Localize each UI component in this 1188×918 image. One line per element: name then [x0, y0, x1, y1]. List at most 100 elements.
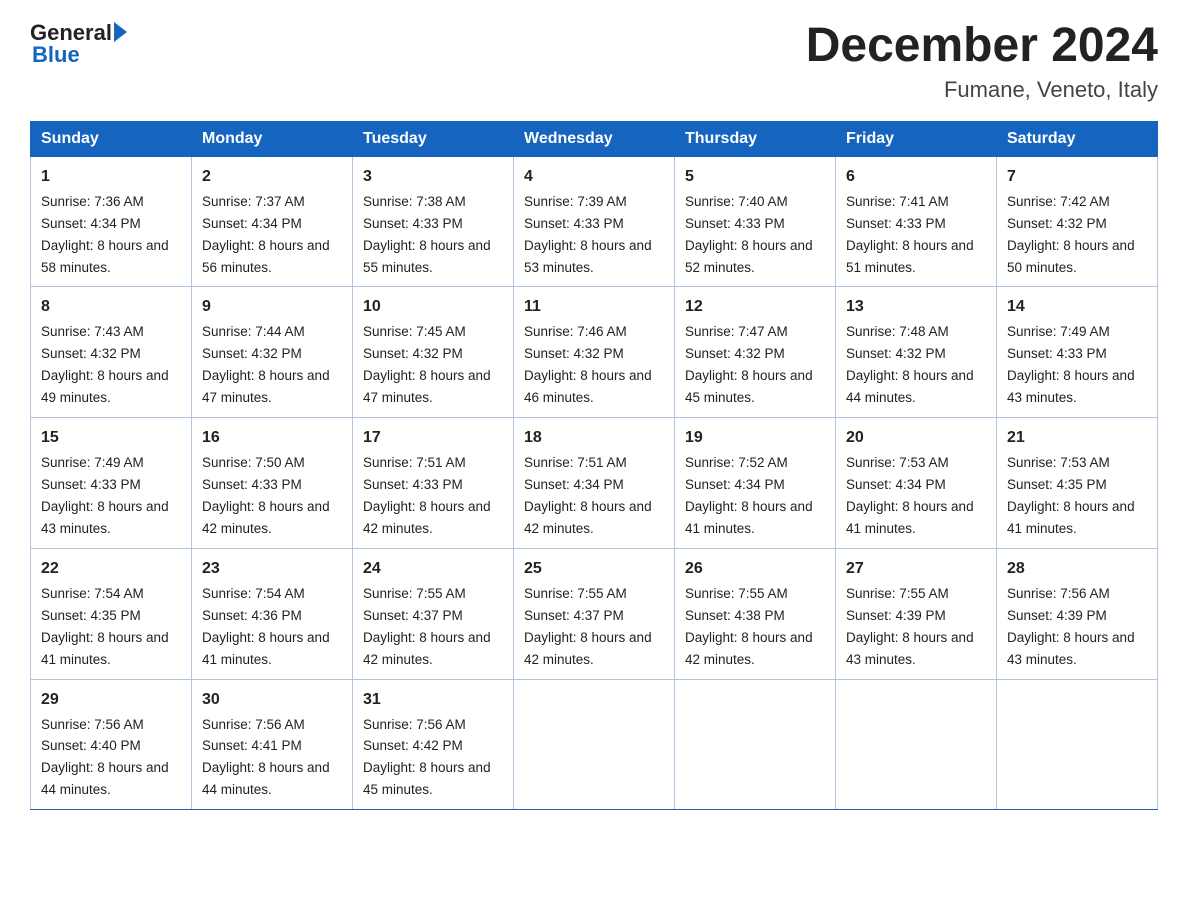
day-number: 20: [846, 426, 986, 450]
day-info: Sunrise: 7:39 AMSunset: 4:33 PMDaylight:…: [524, 194, 652, 275]
weekday-header-cell: Tuesday: [353, 121, 514, 156]
day-number: 25: [524, 557, 664, 581]
calendar-day-cell: 25Sunrise: 7:55 AMSunset: 4:37 PMDayligh…: [514, 548, 675, 679]
day-info: Sunrise: 7:48 AMSunset: 4:32 PMDaylight:…: [846, 324, 974, 405]
day-info: Sunrise: 7:41 AMSunset: 4:33 PMDaylight:…: [846, 194, 974, 275]
weekday-header-cell: Friday: [836, 121, 997, 156]
weekday-header-cell: Wednesday: [514, 121, 675, 156]
calendar-day-cell: 26 Sunrise: 7:55 AMSunset: 4:38 PMDayligh…: [675, 548, 836, 679]
calendar-day-cell: 31 Sunrise: 7:56 AMSunset: 4:42 PMDayligh…: [353, 679, 514, 810]
calendar-day-cell: 21Sunrise: 7:53 AMSunset: 4:35 PMDayligh…: [997, 418, 1158, 549]
day-number: 13: [846, 295, 986, 319]
day-number: 12: [685, 295, 825, 319]
weekday-header-row: SundayMondayTuesdayWednesdayThursdayFrid…: [31, 121, 1158, 156]
day-info: Sunrise: 7:51 AMSunset: 4:33 PMDaylight:…: [363, 455, 491, 536]
day-info: Sunrise: 7:56 AMSunset: 4:40 PMDaylight:…: [41, 717, 169, 798]
page-header: General Blue December 2024 Fumane, Venet…: [30, 20, 1158, 103]
day-info: Sunrise: 7:50 AMSunset: 4:33 PMDaylight:…: [202, 455, 330, 536]
logo: General Blue: [30, 20, 127, 68]
day-number: 15: [41, 426, 181, 450]
day-info: Sunrise: 7:36 AMSunset: 4:34 PMDaylight:…: [41, 194, 169, 275]
day-number: 7: [1007, 165, 1147, 189]
calendar-week-row: 22 Sunrise: 7:54 AMSunset: 4:35 PMDayligh…: [31, 548, 1158, 679]
calendar-week-row: 1 Sunrise: 7:36 AMSunset: 4:34 PMDaylight…: [31, 156, 1158, 287]
calendar-day-cell: 17 Sunrise: 7:51 AMSunset: 4:33 PMDayligh…: [353, 418, 514, 549]
day-number: 8: [41, 295, 181, 319]
day-number: 16: [202, 426, 342, 450]
calendar-day-cell: 12 Sunrise: 7:47 AMSunset: 4:32 PMDayligh…: [675, 287, 836, 418]
calendar-day-cell: 14 Sunrise: 7:49 AMSunset: 4:33 PMDayligh…: [997, 287, 1158, 418]
day-info: Sunrise: 7:56 AMSunset: 4:42 PMDaylight:…: [363, 717, 491, 798]
day-number: 23: [202, 557, 342, 581]
calendar-day-cell: 9Sunrise: 7:44 AMSunset: 4:32 PMDaylight…: [192, 287, 353, 418]
calendar-day-cell: 28 Sunrise: 7:56 AMSunset: 4:39 PMDayligh…: [997, 548, 1158, 679]
calendar-day-cell: [675, 679, 836, 810]
calendar-day-cell: 24 Sunrise: 7:55 AMSunset: 4:37 PMDayligh…: [353, 548, 514, 679]
calendar-day-cell: [836, 679, 997, 810]
calendar-day-cell: 7Sunrise: 7:42 AMSunset: 4:32 PMDaylight…: [997, 156, 1158, 287]
calendar-day-cell: 10Sunrise: 7:45 AMSunset: 4:32 PMDayligh…: [353, 287, 514, 418]
day-info: Sunrise: 7:38 AMSunset: 4:33 PMDaylight:…: [363, 194, 491, 275]
calendar-day-cell: 16 Sunrise: 7:50 AMSunset: 4:33 PMDayligh…: [192, 418, 353, 549]
day-info: Sunrise: 7:56 AMSunset: 4:39 PMDaylight:…: [1007, 586, 1135, 667]
day-number: 30: [202, 688, 342, 712]
day-info: Sunrise: 7:53 AMSunset: 4:34 PMDaylight:…: [846, 455, 974, 536]
calendar-day-cell: 2 Sunrise: 7:37 AMSunset: 4:34 PMDaylight…: [192, 156, 353, 287]
day-info: Sunrise: 7:56 AMSunset: 4:41 PMDaylight:…: [202, 717, 330, 798]
day-number: 31: [363, 688, 503, 712]
day-number: 14: [1007, 295, 1147, 319]
day-number: 22: [41, 557, 181, 581]
day-info: Sunrise: 7:55 AMSunset: 4:39 PMDaylight:…: [846, 586, 974, 667]
calendar-day-cell: [997, 679, 1158, 810]
day-number: 24: [363, 557, 503, 581]
day-number: 3: [363, 165, 503, 189]
day-info: Sunrise: 7:46 AMSunset: 4:32 PMDaylight:…: [524, 324, 652, 405]
day-info: Sunrise: 7:43 AMSunset: 4:32 PMDaylight:…: [41, 324, 169, 405]
calendar-day-cell: 13 Sunrise: 7:48 AMSunset: 4:32 PMDayligh…: [836, 287, 997, 418]
calendar-day-cell: 11 Sunrise: 7:46 AMSunset: 4:32 PMDayligh…: [514, 287, 675, 418]
calendar-day-cell: 18Sunrise: 7:51 AMSunset: 4:34 PMDayligh…: [514, 418, 675, 549]
day-number: 18: [524, 426, 664, 450]
day-number: 29: [41, 688, 181, 712]
calendar-day-cell: 22 Sunrise: 7:54 AMSunset: 4:35 PMDayligh…: [31, 548, 192, 679]
day-number: 1: [41, 165, 181, 189]
day-number: 17: [363, 426, 503, 450]
day-number: 10: [363, 295, 503, 319]
logo-flag-icon: [114, 22, 127, 42]
day-number: 19: [685, 426, 825, 450]
calendar-day-cell: 29 Sunrise: 7:56 AMSunset: 4:40 PMDayligh…: [31, 679, 192, 810]
day-number: 9: [202, 295, 342, 319]
month-title: December 2024: [806, 20, 1158, 73]
day-number: 21: [1007, 426, 1147, 450]
calendar-day-cell: 30 Sunrise: 7:56 AMSunset: 4:41 PMDayligh…: [192, 679, 353, 810]
calendar-week-row: 8 Sunrise: 7:43 AMSunset: 4:32 PMDaylight…: [31, 287, 1158, 418]
calendar-day-cell: 3 Sunrise: 7:38 AMSunset: 4:33 PMDaylight…: [353, 156, 514, 287]
calendar-day-cell: 5Sunrise: 7:40 AMSunset: 4:33 PMDaylight…: [675, 156, 836, 287]
day-number: 2: [202, 165, 342, 189]
calendar-day-cell: 20 Sunrise: 7:53 AMSunset: 4:34 PMDayligh…: [836, 418, 997, 549]
day-info: Sunrise: 7:47 AMSunset: 4:32 PMDaylight:…: [685, 324, 813, 405]
location: Fumane, Veneto, Italy: [806, 77, 1158, 103]
calendar-day-cell: [514, 679, 675, 810]
weekday-header-cell: Monday: [192, 121, 353, 156]
day-info: Sunrise: 7:37 AMSunset: 4:34 PMDaylight:…: [202, 194, 330, 275]
day-number: 27: [846, 557, 986, 581]
calendar-week-row: 29 Sunrise: 7:56 AMSunset: 4:40 PMDayligh…: [31, 679, 1158, 810]
day-info: Sunrise: 7:49 AMSunset: 4:33 PMDaylight:…: [1007, 324, 1135, 405]
day-number: 28: [1007, 557, 1147, 581]
day-number: 6: [846, 165, 986, 189]
day-info: Sunrise: 7:40 AMSunset: 4:33 PMDaylight:…: [685, 194, 813, 275]
weekday-header-cell: Thursday: [675, 121, 836, 156]
day-number: 11: [524, 295, 664, 319]
day-info: Sunrise: 7:55 AMSunset: 4:37 PMDaylight:…: [363, 586, 491, 667]
day-number: 26: [685, 557, 825, 581]
weekday-header-cell: Sunday: [31, 121, 192, 156]
calendar-week-row: 15 Sunrise: 7:49 AMSunset: 4:33 PMDayligh…: [31, 418, 1158, 549]
day-info: Sunrise: 7:54 AMSunset: 4:35 PMDaylight:…: [41, 586, 169, 667]
day-info: Sunrise: 7:55 AMSunset: 4:38 PMDaylight:…: [685, 586, 813, 667]
day-info: Sunrise: 7:49 AMSunset: 4:33 PMDaylight:…: [41, 455, 169, 536]
logo-blue-text: Blue: [32, 42, 80, 68]
calendar-day-cell: 8 Sunrise: 7:43 AMSunset: 4:32 PMDaylight…: [31, 287, 192, 418]
title-block: December 2024 Fumane, Veneto, Italy: [806, 20, 1158, 103]
calendar-day-cell: 23Sunrise: 7:54 AMSunset: 4:36 PMDayligh…: [192, 548, 353, 679]
